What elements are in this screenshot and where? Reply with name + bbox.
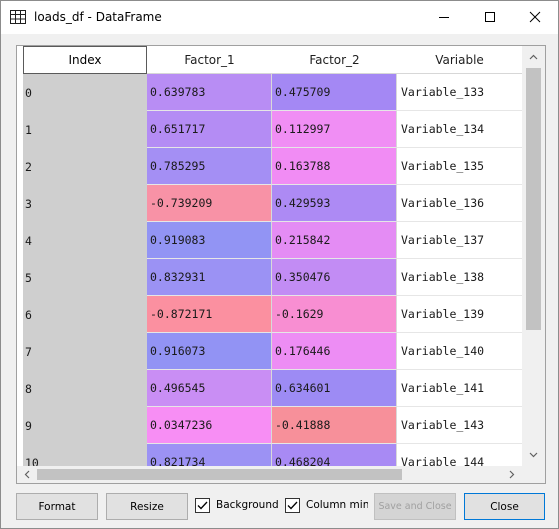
factor-2-cell[interactable]: 0.475709 bbox=[272, 74, 397, 111]
index-cell[interactable]: 10 bbox=[23, 444, 147, 466]
factor-1-cell[interactable]: 0.785295 bbox=[147, 148, 272, 185]
factor-1-cell[interactable]: 0.821734 bbox=[147, 444, 272, 466]
factor-2-cell[interactable]: 0.176446 bbox=[272, 333, 397, 370]
factor-1-cell[interactable]: 0.916073 bbox=[147, 333, 272, 370]
table-row: 3 -0.739209 0.429593 Variable_136 bbox=[23, 185, 523, 222]
background-checkbox[interactable] bbox=[195, 498, 210, 513]
checkmark-icon bbox=[287, 501, 298, 510]
scrollbar-corner bbox=[522, 466, 545, 483]
index-cell[interactable]: 7 bbox=[23, 333, 147, 370]
factor-1-cell[interactable]: 0.0347236 bbox=[147, 407, 272, 444]
horizontal-scroll-thumb[interactable] bbox=[37, 469, 402, 480]
table-row: 2 0.785295 0.163788 Variable_135 bbox=[23, 148, 523, 185]
save-and-close-button[interactable]: Save and Close bbox=[374, 493, 456, 520]
variable-cell[interactable]: Variable_133 bbox=[397, 74, 523, 111]
factor-2-cell[interactable]: -0.41888 bbox=[272, 407, 397, 444]
column-minmax-checkbox-label[interactable]: Column min/ bbox=[306, 499, 368, 511]
variable-cell[interactable]: Variable_138 bbox=[397, 259, 523, 296]
table-row: 1 0.651717 0.112997 Variable_134 bbox=[23, 111, 523, 148]
background-checkbox-label[interactable]: Background bbox=[216, 499, 278, 511]
factor-2-cell[interactable]: 0.215842 bbox=[272, 222, 397, 259]
factor-2-cell[interactable]: 0.112997 bbox=[272, 111, 397, 148]
maximize-button[interactable] bbox=[467, 1, 513, 33]
variable-cell[interactable]: Variable_140 bbox=[397, 333, 523, 370]
dataframe-table: Index Factor_1 Factor_2 Variable 0 0.6397… bbox=[16, 45, 546, 484]
table-body: 0 0.639783 0.475709 Variable_133 1 0.651717 0.… bbox=[23, 74, 523, 466]
chevron-left-icon bbox=[24, 470, 30, 479]
close-window-button[interactable] bbox=[512, 1, 558, 33]
factor-2-cell[interactable]: 0.634601 bbox=[272, 370, 397, 407]
table-row: 6 -0.872171 -0.1629 Variable_139 bbox=[23, 296, 523, 333]
index-cell[interactable]: 5 bbox=[23, 259, 147, 296]
column-minmax-checkbox[interactable] bbox=[285, 498, 300, 513]
factor-1-cell[interactable]: 0.639783 bbox=[147, 74, 272, 111]
scroll-left-button[interactable] bbox=[17, 466, 37, 483]
factor-2-cell[interactable]: -0.1629 bbox=[272, 296, 397, 333]
dataframe-editor-window: loads_df - DataFrame Index Factor_1 Fact… bbox=[0, 0, 559, 529]
window-title: loads_df - DataFrame bbox=[34, 10, 162, 24]
minimize-button[interactable] bbox=[421, 1, 467, 33]
factor-1-cell[interactable]: -0.872171 bbox=[147, 296, 272, 333]
variable-cell[interactable]: Variable_139 bbox=[397, 296, 523, 333]
scroll-right-button[interactable] bbox=[502, 466, 522, 483]
resize-button[interactable]: Resize bbox=[106, 493, 188, 520]
column-header-variable[interactable]: Variable bbox=[397, 46, 522, 74]
variable-cell[interactable]: Variable_136 bbox=[397, 185, 523, 222]
maximize-icon bbox=[485, 12, 495, 22]
chevron-up-icon bbox=[529, 54, 538, 60]
variable-cell[interactable]: Variable_143 bbox=[397, 407, 523, 444]
index-cell[interactable]: 3 bbox=[23, 185, 147, 222]
table-row: 0 0.639783 0.475709 Variable_133 bbox=[23, 74, 523, 111]
format-button[interactable]: Format bbox=[16, 493, 98, 520]
checkmark-icon bbox=[197, 501, 208, 510]
factor-1-cell[interactable]: 0.651717 bbox=[147, 111, 272, 148]
factor-2-cell[interactable]: 0.468204 bbox=[272, 444, 397, 466]
scroll-down-button[interactable] bbox=[522, 444, 545, 466]
table-grid-icon bbox=[10, 10, 26, 24]
minimize-icon bbox=[439, 17, 449, 18]
title-bar[interactable]: loads_df - DataFrame bbox=[1, 1, 558, 34]
factor-1-cell[interactable]: 0.832931 bbox=[147, 259, 272, 296]
index-cell[interactable]: 6 bbox=[23, 296, 147, 333]
index-cell[interactable]: 1 bbox=[23, 111, 147, 148]
table-row: 5 0.832931 0.350476 Variable_138 bbox=[23, 259, 523, 296]
variable-cell[interactable]: Variable_137 bbox=[397, 222, 523, 259]
index-column-header[interactable]: Index bbox=[23, 46, 147, 74]
factor-2-cell[interactable]: 0.429593 bbox=[272, 185, 397, 222]
index-cell[interactable]: 0 bbox=[23, 74, 147, 111]
chevron-right-icon bbox=[509, 470, 515, 479]
chevron-down-icon bbox=[529, 452, 538, 458]
scroll-up-button[interactable] bbox=[522, 46, 545, 68]
vertical-scroll-thumb[interactable] bbox=[526, 68, 541, 330]
factor-2-cell[interactable]: 0.163788 bbox=[272, 148, 397, 185]
table-row: 4 0.919083 0.215842 Variable_137 bbox=[23, 222, 523, 259]
variable-cell[interactable]: Variable_144 bbox=[397, 444, 523, 466]
factor-1-cell[interactable]: 0.496545 bbox=[147, 370, 272, 407]
table-row: 7 0.916073 0.176446 Variable_140 bbox=[23, 333, 523, 370]
vertical-scrollbar[interactable] bbox=[522, 46, 545, 466]
factor-1-cell[interactable]: -0.739209 bbox=[147, 185, 272, 222]
factor-2-cell[interactable]: 0.350476 bbox=[272, 259, 397, 296]
column-header-factor-2[interactable]: Factor_2 bbox=[272, 46, 397, 74]
close-button[interactable]: Close bbox=[464, 493, 545, 520]
index-cell[interactable]: 2 bbox=[23, 148, 147, 185]
variable-cell[interactable]: Variable_141 bbox=[397, 370, 523, 407]
table-row: 10 0.821734 0.468204 Variable_144 bbox=[23, 444, 523, 466]
index-cell[interactable]: 9 bbox=[23, 407, 147, 444]
index-cell[interactable]: 8 bbox=[23, 370, 147, 407]
index-cell[interactable]: 4 bbox=[23, 222, 147, 259]
close-icon bbox=[529, 11, 541, 23]
table-row: 9 0.0347236 -0.41888 Variable_143 bbox=[23, 407, 523, 444]
column-header-factor-1[interactable]: Factor_1 bbox=[147, 46, 272, 74]
horizontal-scrollbar[interactable] bbox=[17, 466, 522, 483]
table-row: 8 0.496545 0.634601 Variable_141 bbox=[23, 370, 523, 407]
factor-1-cell[interactable]: 0.919083 bbox=[147, 222, 272, 259]
variable-cell[interactable]: Variable_134 bbox=[397, 111, 523, 148]
variable-cell[interactable]: Variable_135 bbox=[397, 148, 523, 185]
